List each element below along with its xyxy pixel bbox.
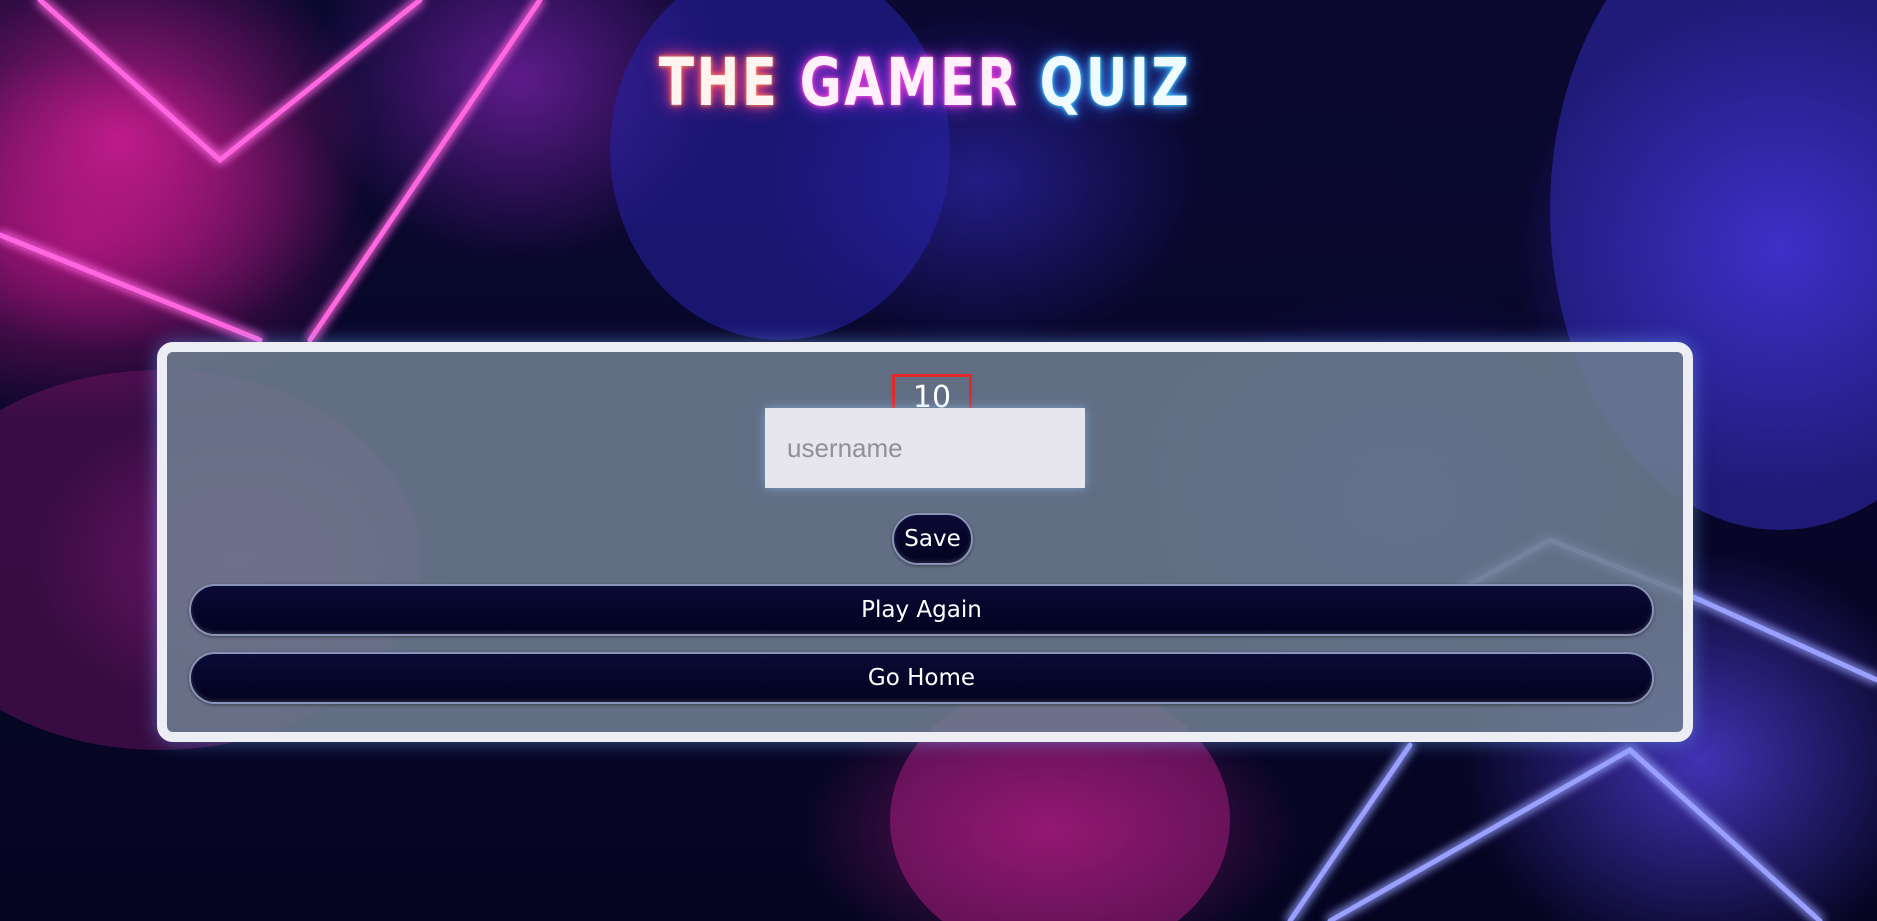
title-word-the: THE — [658, 44, 780, 121]
go-home-button[interactable]: Go Home — [189, 652, 1654, 704]
play-again-button[interactable]: Play Again — [189, 584, 1654, 636]
username-input[interactable] — [765, 408, 1085, 488]
end-game-card: 10 Save Play Again Go Home — [157, 342, 1693, 742]
save-button[interactable]: Save — [892, 513, 973, 565]
page-title: THE GAMER QUIZ — [204, 50, 1647, 116]
title-word-quiz: QUIZ — [1039, 44, 1192, 121]
title-word-gamer: GAMER — [799, 44, 1020, 121]
